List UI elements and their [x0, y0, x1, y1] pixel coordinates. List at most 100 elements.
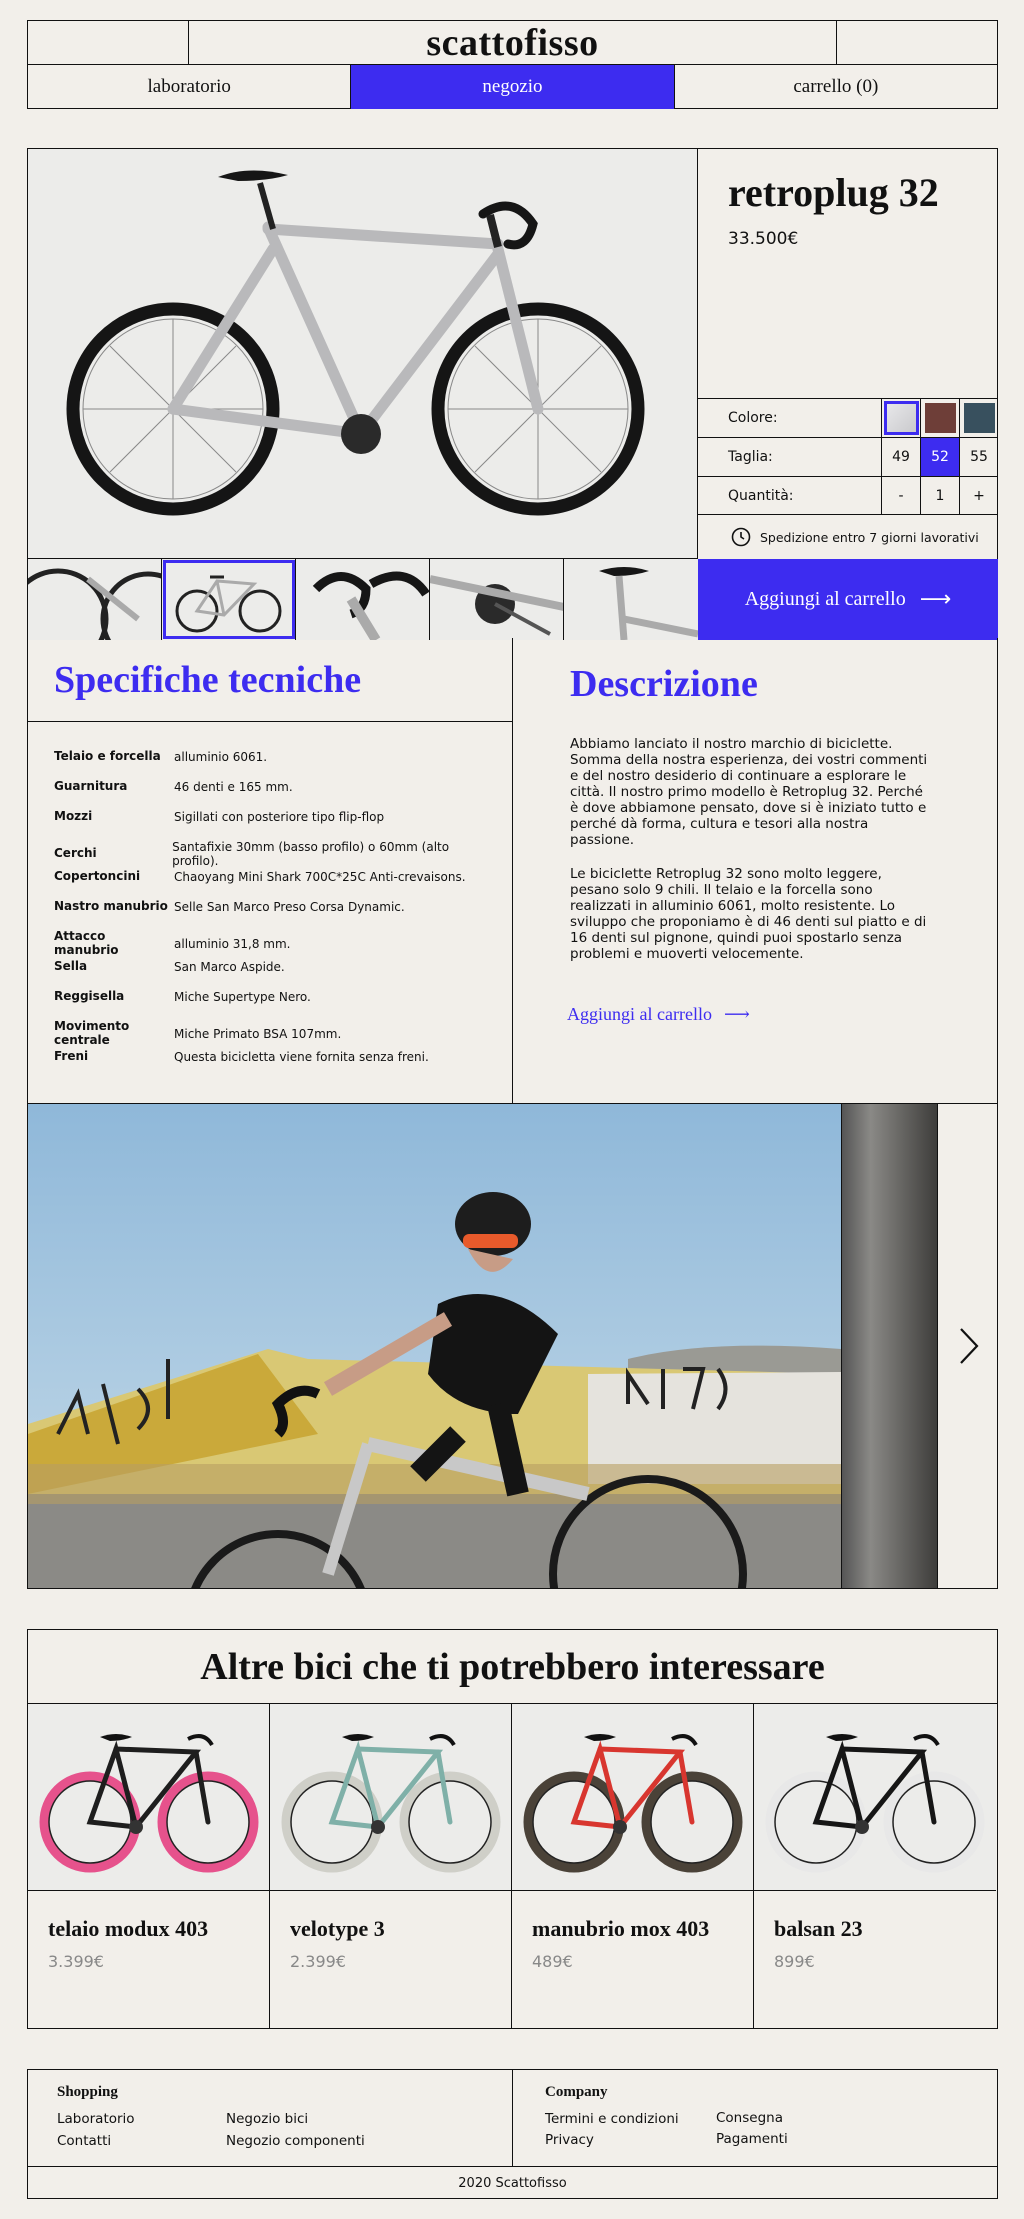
thumbnail-3[interactable] — [296, 559, 430, 640]
chevron-right-icon — [959, 1328, 979, 1364]
spec-value: Santafixie 30mm (basso profilo) o 60mm (… — [172, 840, 450, 868]
thumbnail-strip — [28, 559, 698, 640]
related-product-price: 489€ — [532, 1952, 573, 1971]
product-hero-image — [28, 149, 698, 559]
quantity-label: Quantità: — [728, 488, 794, 504]
footer-link-negozio-bici[interactable]: Negozio bici — [226, 2111, 308, 2127]
spec-value: Chaoyang Mini Shark 700C*25C Anti-crevai… — [174, 870, 466, 884]
spec-value: Miche Supertype Nero. — [174, 990, 311, 1004]
footer-link-negozio-componenti[interactable]: Negozio componenti — [226, 2133, 365, 2149]
quantity-decrease-button[interactable]: - — [881, 477, 920, 515]
footer-link-laboratorio[interactable]: Laboratorio — [57, 2111, 135, 2127]
main-nav: laboratorio negozio carrello (0) — [28, 65, 997, 109]
brand-logo[interactable]: scattofisso — [189, 21, 836, 65]
spec-key: Reggisella — [54, 989, 125, 1004]
related-product-price: 2.399€ — [290, 1952, 346, 1971]
header-right-cell — [836, 21, 997, 65]
gallery-next-button[interactable] — [939, 1104, 997, 1588]
related-product-price: 899€ — [774, 1952, 815, 1971]
nav-laboratorio[interactable]: laboratorio — [28, 65, 352, 109]
gallery-next-photo-preview[interactable] — [841, 1104, 938, 1588]
product-info: retroplug 32 33.500€ Colore: Taglia: 49 … — [698, 149, 998, 559]
related-product-card[interactable]: balsan 23 899€ — [754, 1704, 996, 2029]
spec-key: Mozzi — [54, 809, 93, 824]
thumbnail-1[interactable] — [28, 559, 162, 640]
spec-value: alluminio 6061. — [174, 750, 268, 764]
clock-icon — [731, 527, 751, 547]
spec-row: Movimento centrale Miche Primato BSA 107m… — [54, 1019, 494, 1048]
spec-row: Reggisella Miche Supertype Nero. — [54, 989, 494, 1004]
related-product-card[interactable]: telaio modux 403 3.399€ — [28, 1704, 270, 2029]
related-title: Altre bici che ti potrebbero interessare — [28, 1630, 997, 1704]
gallery-main-photo — [28, 1104, 841, 1588]
spec-value: Sigillati con posteriore tipo flip-flop — [174, 810, 385, 824]
spec-value: San Marco Aspide. — [174, 960, 285, 974]
related-product-name[interactable]: telaio modux 403 — [48, 1916, 208, 1942]
size-option-row: Taglia: 49 52 55 — [698, 437, 998, 476]
spec-row: Cerchi Santafixie 30mm (basso profilo) o … — [54, 840, 494, 868]
spec-key: Cerchi — [54, 846, 97, 861]
related-product-image[interactable] — [28, 1704, 269, 1891]
site-header: scattofisso laboratorio negozio carrello… — [27, 20, 998, 109]
footer-link-privacy[interactable]: Privacy — [545, 2132, 594, 2148]
spec-key: Movimento centrale — [54, 1019, 130, 1047]
related-product-name[interactable]: manubrio mox 403 — [532, 1916, 709, 1942]
size-55[interactable]: 55 — [959, 438, 998, 476]
copyright: 2020 Scattofisso — [28, 2166, 997, 2199]
product-title: retroplug 32 — [728, 170, 939, 215]
nav-negozio[interactable]: negozio — [351, 65, 675, 109]
description-section: Descrizione Abbiamo lanciato il nostro m… — [512, 638, 998, 1104]
color-swatch-brown[interactable] — [920, 399, 959, 437]
header-left-cell — [28, 21, 189, 65]
technical-specs: Specifiche tecniche Telaio e forcella all… — [27, 638, 513, 1104]
description-paragraph-1: Abbiamo lanciato il nostro marchio di bi… — [570, 736, 928, 848]
description-title: Descrizione — [570, 663, 758, 705]
spec-key: Sella — [54, 959, 88, 974]
spec-key: Guarnitura — [54, 779, 128, 794]
add-to-cart-button[interactable]: Aggiungi al carrello ⟶ — [698, 559, 998, 640]
spec-row: Nastro manubrio Selle San Marco Preso Cor… — [54, 899, 494, 914]
related-product-name[interactable]: balsan 23 — [774, 1916, 863, 1942]
footer-company-title: Company — [545, 2084, 608, 2100]
related-product-card[interactable]: manubrio mox 403 489€ — [512, 1704, 754, 2029]
spec-key: Nastro manubrio — [54, 899, 168, 914]
related-product-card[interactable]: velotype 3 2.399€ — [270, 1704, 512, 2029]
product-section: retroplug 32 33.500€ Colore: Taglia: 49 … — [27, 148, 998, 640]
add-to-cart-label: Aggiungi al carrello — [744, 588, 906, 610]
description-paragraph-2: Le biciclette Retroplug 32 sono molto le… — [570, 866, 927, 962]
color-swatch-slate[interactable] — [959, 399, 998, 437]
spec-row: Guarnitura 46 denti e 165 mm. — [54, 779, 494, 794]
add-to-cart-link-label: Aggiungi al carrello — [567, 1004, 712, 1024]
related-product-image[interactable] — [754, 1704, 996, 1891]
spec-row: Attacco manubrio alluminio 31,8 mm. — [54, 929, 494, 958]
spec-value: Miche Primato BSA 107mm. — [174, 1026, 342, 1041]
related-product-name[interactable]: velotype 3 — [290, 1916, 385, 1942]
size-49[interactable]: 49 — [881, 438, 920, 476]
photo-gallery — [27, 1103, 998, 1589]
footer-link-termini[interactable]: Termini e condizioni — [545, 2111, 679, 2127]
related-product-image[interactable] — [270, 1704, 511, 1891]
color-option-row: Colore: — [698, 398, 998, 437]
footer-link-contatti[interactable]: Contatti — [57, 2133, 111, 2149]
spec-row: Copertoncini Chaoyang Mini Shark 700C*25C… — [54, 869, 494, 884]
related-products: Altre bici che ti potrebbero interessare… — [27, 1629, 998, 2029]
spec-row: Sella San Marco Aspide. — [54, 959, 494, 974]
thumbnail-2-selected[interactable] — [162, 559, 296, 640]
footer-shopping: Shopping Laboratorio Negozio bici Contat… — [28, 2070, 513, 2166]
color-swatch-silver[interactable] — [881, 399, 920, 437]
thumbnail-4[interactable] — [430, 559, 564, 640]
related-product-image[interactable] — [512, 1704, 753, 1891]
spec-row: Freni Questa bicicletta viene fornita sen… — [54, 1049, 494, 1064]
quantity-increase-button[interactable]: + — [959, 477, 998, 515]
footer-link-consegna[interactable]: Consegna — [716, 2110, 783, 2126]
product-price: 33.500€ — [728, 229, 799, 249]
spec-key: Freni — [54, 1049, 89, 1064]
footer-link-pagamenti[interactable]: Pagamenti — [716, 2131, 788, 2147]
quantity-value[interactable]: 1 — [920, 477, 959, 515]
site-footer: Shopping Laboratorio Negozio bici Contat… — [27, 2069, 998, 2199]
spec-key: Telaio e forcella — [54, 749, 161, 764]
add-to-cart-link[interactable]: Aggiungi al carrello ⟶ — [567, 1004, 750, 1025]
thumbnail-5[interactable] — [564, 559, 698, 640]
nav-carrello[interactable]: carrello (0) — [675, 65, 997, 109]
size-52-selected[interactable]: 52 — [920, 438, 959, 476]
